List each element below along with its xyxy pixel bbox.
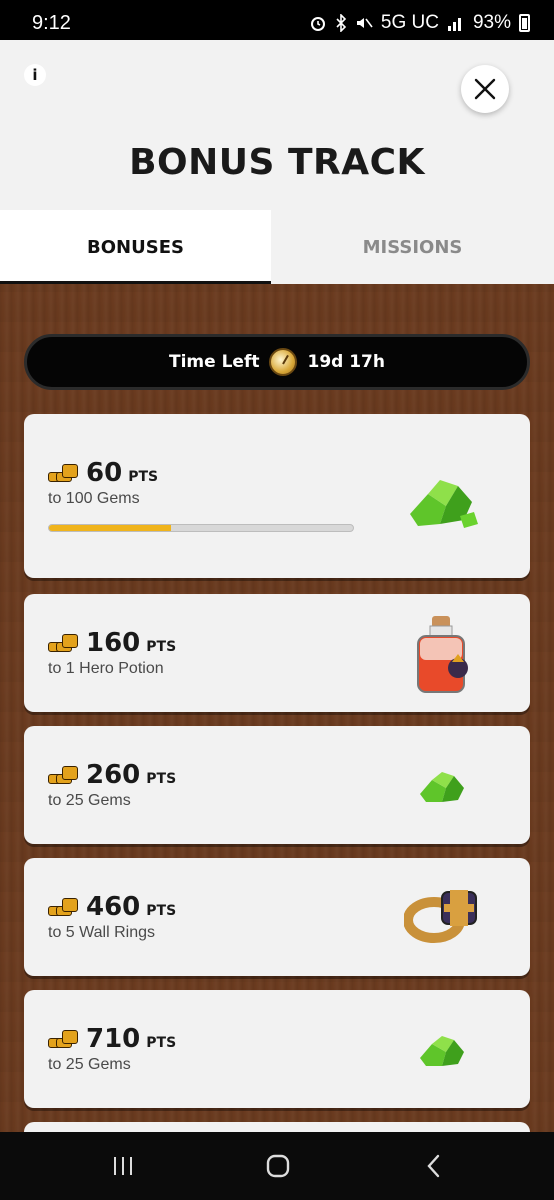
tab-bonuses[interactable]: BONUSES	[0, 210, 271, 284]
gem-icon	[420, 1036, 464, 1066]
wall-ring-icon	[404, 890, 477, 943]
time-left-banner: Time Left 19d 17h	[24, 334, 530, 390]
battery-percent: 93%	[472, 12, 511, 33]
bonus-reward-text: to 5 Wall Rings	[48, 924, 155, 941]
bonus-progress-fill	[49, 525, 171, 531]
bonus-points-value: 160	[86, 628, 141, 658]
points-coins-icon	[48, 1028, 80, 1050]
bonus-list-area[interactable]: Time Left 19d 17h 60 PTS to 100 Gems 160…	[0, 284, 554, 1132]
bonus-reward-text: to 25 Gems	[48, 1056, 131, 1073]
tab-bar: BONUSES MISSIONS	[0, 210, 554, 284]
bonus-points-value: 260	[86, 760, 141, 790]
recent-apps-button[interactable]	[103, 1150, 143, 1182]
bonus-points-row: 260 PTS	[48, 760, 176, 790]
bonus-reward-text: to 25 Gems	[48, 792, 131, 809]
points-coins-icon	[48, 764, 80, 786]
info-icon: i	[32, 66, 38, 84]
bonus-points-value: 710	[86, 1024, 141, 1054]
status-bar: 9:12 5G UC 93%	[0, 0, 554, 40]
close-button[interactable]	[461, 65, 509, 113]
alarm-icon	[310, 17, 325, 31]
bluetooth-icon	[336, 14, 347, 32]
bonus-points-unit: PTS	[146, 639, 177, 655]
status-icons: 5G UC 93%	[309, 12, 530, 34]
bonus-progress-bar	[48, 524, 354, 532]
bonus-points-row: 460 PTS	[48, 892, 176, 922]
home-button[interactable]	[258, 1150, 298, 1182]
system-nav-bar	[0, 1132, 554, 1200]
bonus-card[interactable]: 60 PTS to 100 Gems	[24, 414, 530, 578]
back-icon	[427, 1154, 440, 1178]
bonus-card-partial[interactable]	[24, 1122, 530, 1132]
signal-icon	[447, 18, 461, 31]
gem-pile-icon	[410, 480, 478, 528]
mute-icon	[356, 18, 373, 28]
battery-icon	[519, 14, 530, 32]
bonus-card[interactable]: 710 PTS to 25 Gems	[24, 990, 530, 1108]
time-left-label: Time Left	[169, 352, 260, 372]
bonus-points-unit: PTS	[146, 1035, 177, 1051]
info-button[interactable]: i	[24, 64, 46, 86]
bonus-points-value: 60	[86, 458, 123, 488]
bonus-points-row: 60 PTS	[48, 458, 158, 488]
bonus-card[interactable]: 460 PTS to 5 Wall Rings	[24, 858, 530, 976]
bonus-points-unit: PTS	[146, 771, 177, 787]
close-icon	[474, 78, 496, 100]
bonus-points-unit: PTS	[146, 903, 177, 919]
tab-bonuses-label: BONUSES	[87, 236, 184, 258]
bonus-points-value: 460	[86, 892, 141, 922]
bonus-points-row: 160 PTS	[48, 628, 176, 658]
stopwatch-icon	[269, 348, 298, 376]
bonus-points-row: 710 PTS	[48, 1024, 176, 1054]
recent-apps-icon	[114, 1157, 132, 1175]
tab-missions-label: MISSIONS	[362, 236, 463, 258]
header-panel: i BONUS TRACK BONUSES MISSIONS	[0, 40, 554, 284]
gem-icon	[420, 772, 464, 802]
home-icon	[266, 1154, 290, 1178]
network-label: 5G UC	[380, 12, 439, 33]
page-title: BONUS TRACK	[129, 142, 425, 183]
status-time: 9:12	[32, 12, 71, 34]
hero-potion-icon	[417, 616, 468, 693]
points-coins-icon	[48, 462, 80, 484]
time-left-value: 19d 17h	[307, 352, 385, 372]
bonus-reward-text: to 1 Hero Potion	[48, 660, 164, 677]
tab-missions[interactable]: MISSIONS	[271, 210, 554, 284]
bonus-card[interactable]: 260 PTS to 25 Gems	[24, 726, 530, 844]
bonus-card[interactable]: 160 PTS to 1 Hero Potion	[24, 594, 530, 712]
back-button[interactable]	[414, 1150, 454, 1182]
bonus-reward-text: to 100 Gems	[48, 490, 140, 507]
points-coins-icon	[48, 632, 80, 654]
points-coins-icon	[48, 896, 80, 918]
bonus-points-unit: PTS	[128, 469, 159, 485]
